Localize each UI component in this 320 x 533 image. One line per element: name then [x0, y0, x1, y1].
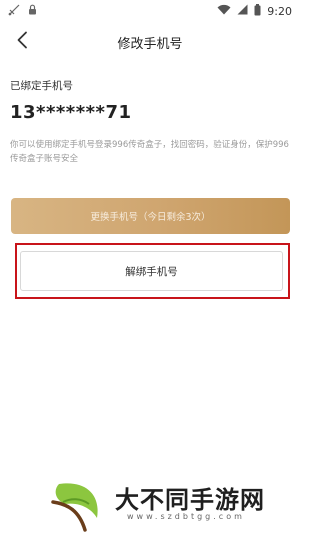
back-button[interactable]: [8, 28, 36, 56]
nav-bar: 修改手机号: [0, 22, 300, 62]
change-phone-button[interactable]: 更换手机号（今日剩余3次）: [11, 198, 290, 234]
change-phone-button-label: 更换手机号（今日剩余3次）: [90, 212, 211, 223]
wifi-icon: [217, 4, 231, 18]
leaf-logo-icon: [45, 478, 111, 533]
chevron-left-icon: [16, 31, 28, 53]
unbind-phone-button[interactable]: 解绑手机号: [20, 251, 283, 291]
unbind-phone-button-label: 解绑手机号: [125, 265, 178, 278]
signal-icon: [8, 4, 20, 19]
status-time: 9:20: [267, 4, 292, 18]
app-screen: 9:20 修改手机号 已绑定手机号 13*******71 你可以使用绑定手机号…: [0, 0, 300, 533]
phone-number: 13*******71: [10, 102, 132, 123]
battery-icon: [254, 3, 261, 19]
watermark-brand: 大不同手游网: [115, 486, 265, 514]
status-bar: 9:20: [0, 0, 300, 22]
lock-icon: [28, 4, 37, 18]
description-text: 你可以使用绑定手机号登录996传奇盒子，找回密码，验证身份，保护996传奇盒子账…: [10, 140, 289, 164]
bound-phone-label: 已绑定手机号: [10, 80, 73, 92]
cellular-icon: [237, 4, 248, 18]
watermark-url: www.szdbtgg.com: [127, 512, 245, 521]
watermark: 大不同手游网 www.szdbtgg.com: [45, 478, 295, 533]
page-title: 修改手机号: [117, 36, 183, 52]
